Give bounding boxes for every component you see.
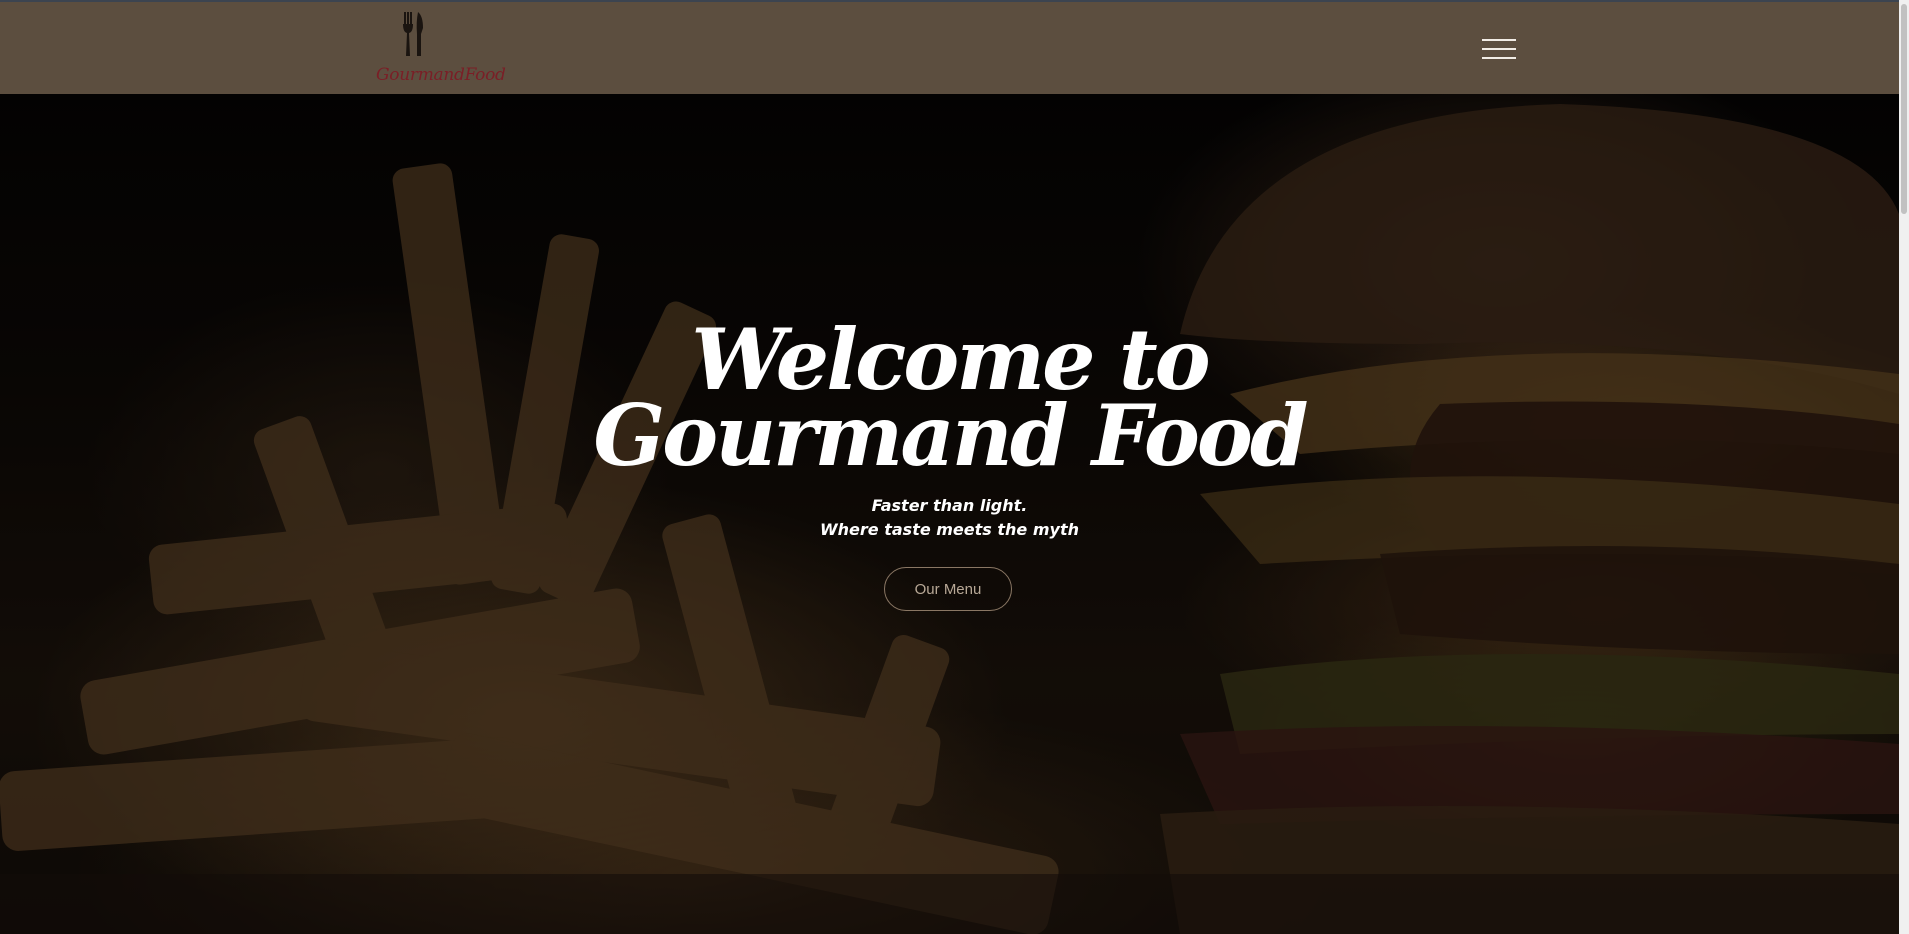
hero-subtitle-line: Where taste meets the myth bbox=[820, 520, 1079, 539]
logo-text: GourmandFood bbox=[376, 65, 506, 85]
hero-subtitle: Faster than light. Where taste meets the… bbox=[0, 494, 1899, 542]
fork-knife-icon bbox=[403, 12, 423, 56]
hero-title: Welcome to Gourmand Food bbox=[0, 318, 1899, 485]
hamburger-bar bbox=[1482, 57, 1516, 59]
our-menu-button[interactable]: Our Menu bbox=[884, 567, 1012, 611]
navbar: GourmandFood bbox=[0, 2, 1899, 94]
scrollbar-thumb[interactable] bbox=[1901, 4, 1907, 214]
hamburger-bar bbox=[1482, 39, 1516, 41]
page: GourmandFood Welcome to Gourmand Food Fa… bbox=[0, 0, 1909, 934]
hamburger-menu-icon[interactable] bbox=[1482, 39, 1516, 61]
hamburger-bar bbox=[1482, 48, 1516, 50]
hero-title-line: Gourmand Food bbox=[593, 386, 1308, 485]
hero-section: Welcome to Gourmand Food Faster than lig… bbox=[0, 94, 1899, 934]
hero-subtitle-line: Faster than light. bbox=[871, 496, 1028, 515]
page-scrollbar[interactable] bbox=[1899, 0, 1909, 934]
logo-link[interactable]: GourmandFood bbox=[376, 12, 506, 85]
